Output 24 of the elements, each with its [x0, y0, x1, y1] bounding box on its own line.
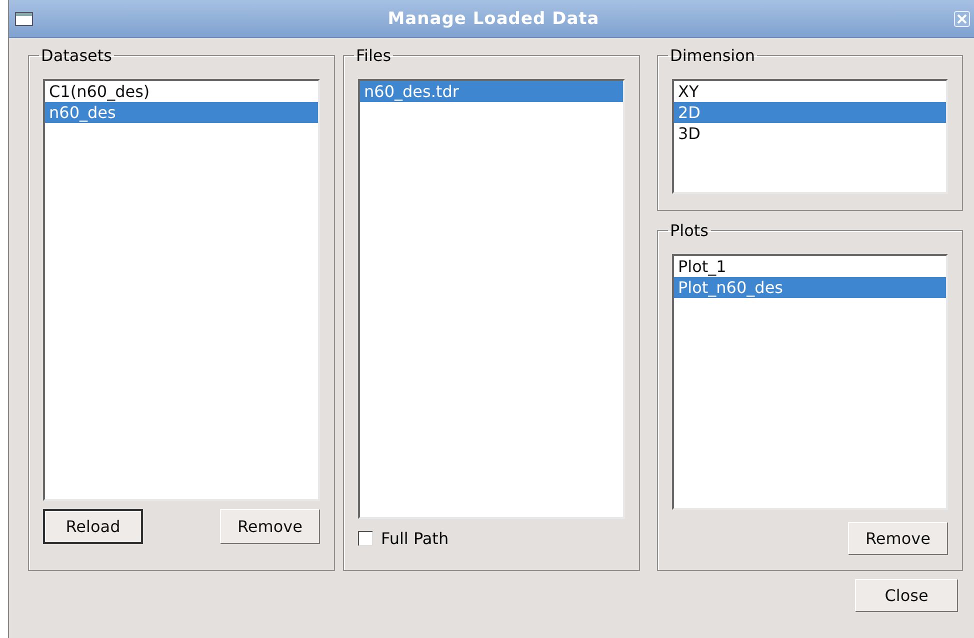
- datasets-list[interactable]: C1(n60_des) n60_des: [43, 79, 320, 501]
- list-item[interactable]: C1(n60_des): [45, 81, 318, 102]
- list-item[interactable]: Plot_n60_des: [674, 277, 946, 298]
- window-menu-icon[interactable]: [15, 12, 33, 26]
- list-item[interactable]: n60_des.tdr: [360, 81, 623, 102]
- list-item[interactable]: XY: [674, 81, 946, 102]
- group-title: Plots: [669, 221, 710, 240]
- list-item[interactable]: n60_des: [45, 102, 318, 123]
- list-item[interactable]: 3D: [674, 123, 946, 144]
- group-title: Files: [355, 46, 392, 65]
- window-title: Manage Loaded Data: [386, 8, 600, 28]
- group-title: Datasets: [40, 46, 113, 65]
- plots-list[interactable]: Plot_1 Plot_n60_des: [672, 254, 948, 510]
- files-list[interactable]: n60_des.tdr: [358, 79, 625, 519]
- close-button[interactable]: Close: [855, 579, 958, 612]
- full-path-checkbox[interactable]: [358, 531, 373, 546]
- remove-button[interactable]: Remove: [220, 509, 320, 544]
- reload-button[interactable]: Reload: [43, 509, 143, 544]
- group-title: Dimension: [669, 46, 756, 65]
- checkbox-label: Full Path: [381, 529, 449, 548]
- list-item[interactable]: Plot_1: [674, 256, 946, 277]
- remove-button[interactable]: Remove: [848, 522, 948, 555]
- list-item[interactable]: 2D: [674, 102, 946, 123]
- dimension-list[interactable]: XY 2D 3D: [672, 79, 948, 194]
